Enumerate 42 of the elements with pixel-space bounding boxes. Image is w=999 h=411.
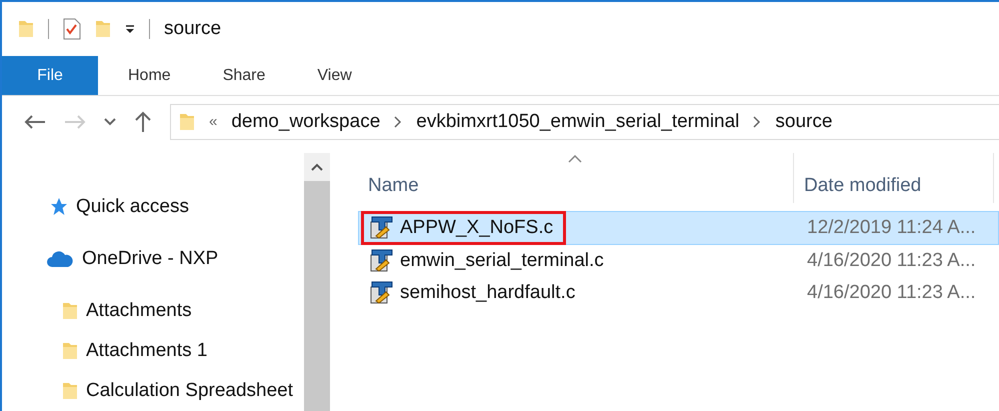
folder-icon (62, 341, 78, 361)
window-title: source (164, 18, 222, 40)
ribbon-tab[interactable]: Home (106, 56, 193, 96)
address-bar[interactable]: « demo_workspace evkbimxrt1050_emwin_serial_terminal source (170, 104, 999, 140)
file-row[interactable]: semihost_hardfault.c 4/16/2020 11:23 A... (358, 277, 999, 309)
properties-icon[interactable] (63, 18, 81, 40)
back-icon[interactable] (24, 114, 46, 130)
file-row[interactable]: emwin_serial_terminal.c 4/16/2020 11:23 A... (358, 245, 999, 277)
breadcrumb[interactable]: source (775, 110, 832, 133)
file-name-cell: APPW_X_NoFS.c (361, 211, 566, 245)
sidebar-item[interactable]: Attachments 1 (2, 331, 304, 371)
folder-icon (179, 112, 195, 132)
cloud-icon (46, 250, 74, 268)
c-file-icon (370, 249, 394, 273)
sidebar-item[interactable]: Attachments (2, 291, 304, 331)
folder-icon (62, 301, 78, 321)
ribbon-tab[interactable]: View (295, 56, 374, 96)
ribbon-tab[interactable]: Share (200, 56, 288, 96)
folder-icon (18, 19, 34, 40)
chevron-right-icon (753, 116, 762, 128)
dropdown-icon[interactable] (125, 24, 135, 34)
sidebar-item[interactable]: Quick access (2, 187, 304, 227)
c-file-icon (370, 281, 394, 305)
chevron-up-icon[interactable] (311, 163, 323, 171)
sidebar-item[interactable]: OneDrive - NXP (2, 239, 304, 279)
folder-icon (62, 381, 78, 401)
ribbon-tab[interactable]: File (2, 56, 98, 96)
chevron-right-icon (394, 116, 402, 128)
new-folder-icon (95, 19, 111, 40)
column-header[interactable]: Date modified (794, 153, 994, 203)
overflow-chevron[interactable]: « (209, 113, 218, 130)
file-name-cell: semihost_hardfault.c (361, 276, 588, 310)
c-file-icon (370, 216, 394, 240)
file-row[interactable]: APPW_X_NoFS.c 12/2/2019 11:24 A... (358, 211, 999, 245)
up-arrow-icon[interactable] (134, 110, 152, 133)
breadcrumb[interactable]: demo_workspace (231, 110, 380, 133)
chevron-down-icon[interactable] (104, 118, 116, 126)
file-name-cell: emwin_serial_terminal.c (361, 244, 617, 278)
scrollbar[interactable] (304, 153, 330, 411)
column-header[interactable]: Name (358, 153, 794, 203)
sidebar-item[interactable]: Calculation Spreadsheet (2, 371, 304, 411)
breadcrumb[interactable]: evkbimxrt1050_emwin_serial_terminal (416, 110, 740, 133)
